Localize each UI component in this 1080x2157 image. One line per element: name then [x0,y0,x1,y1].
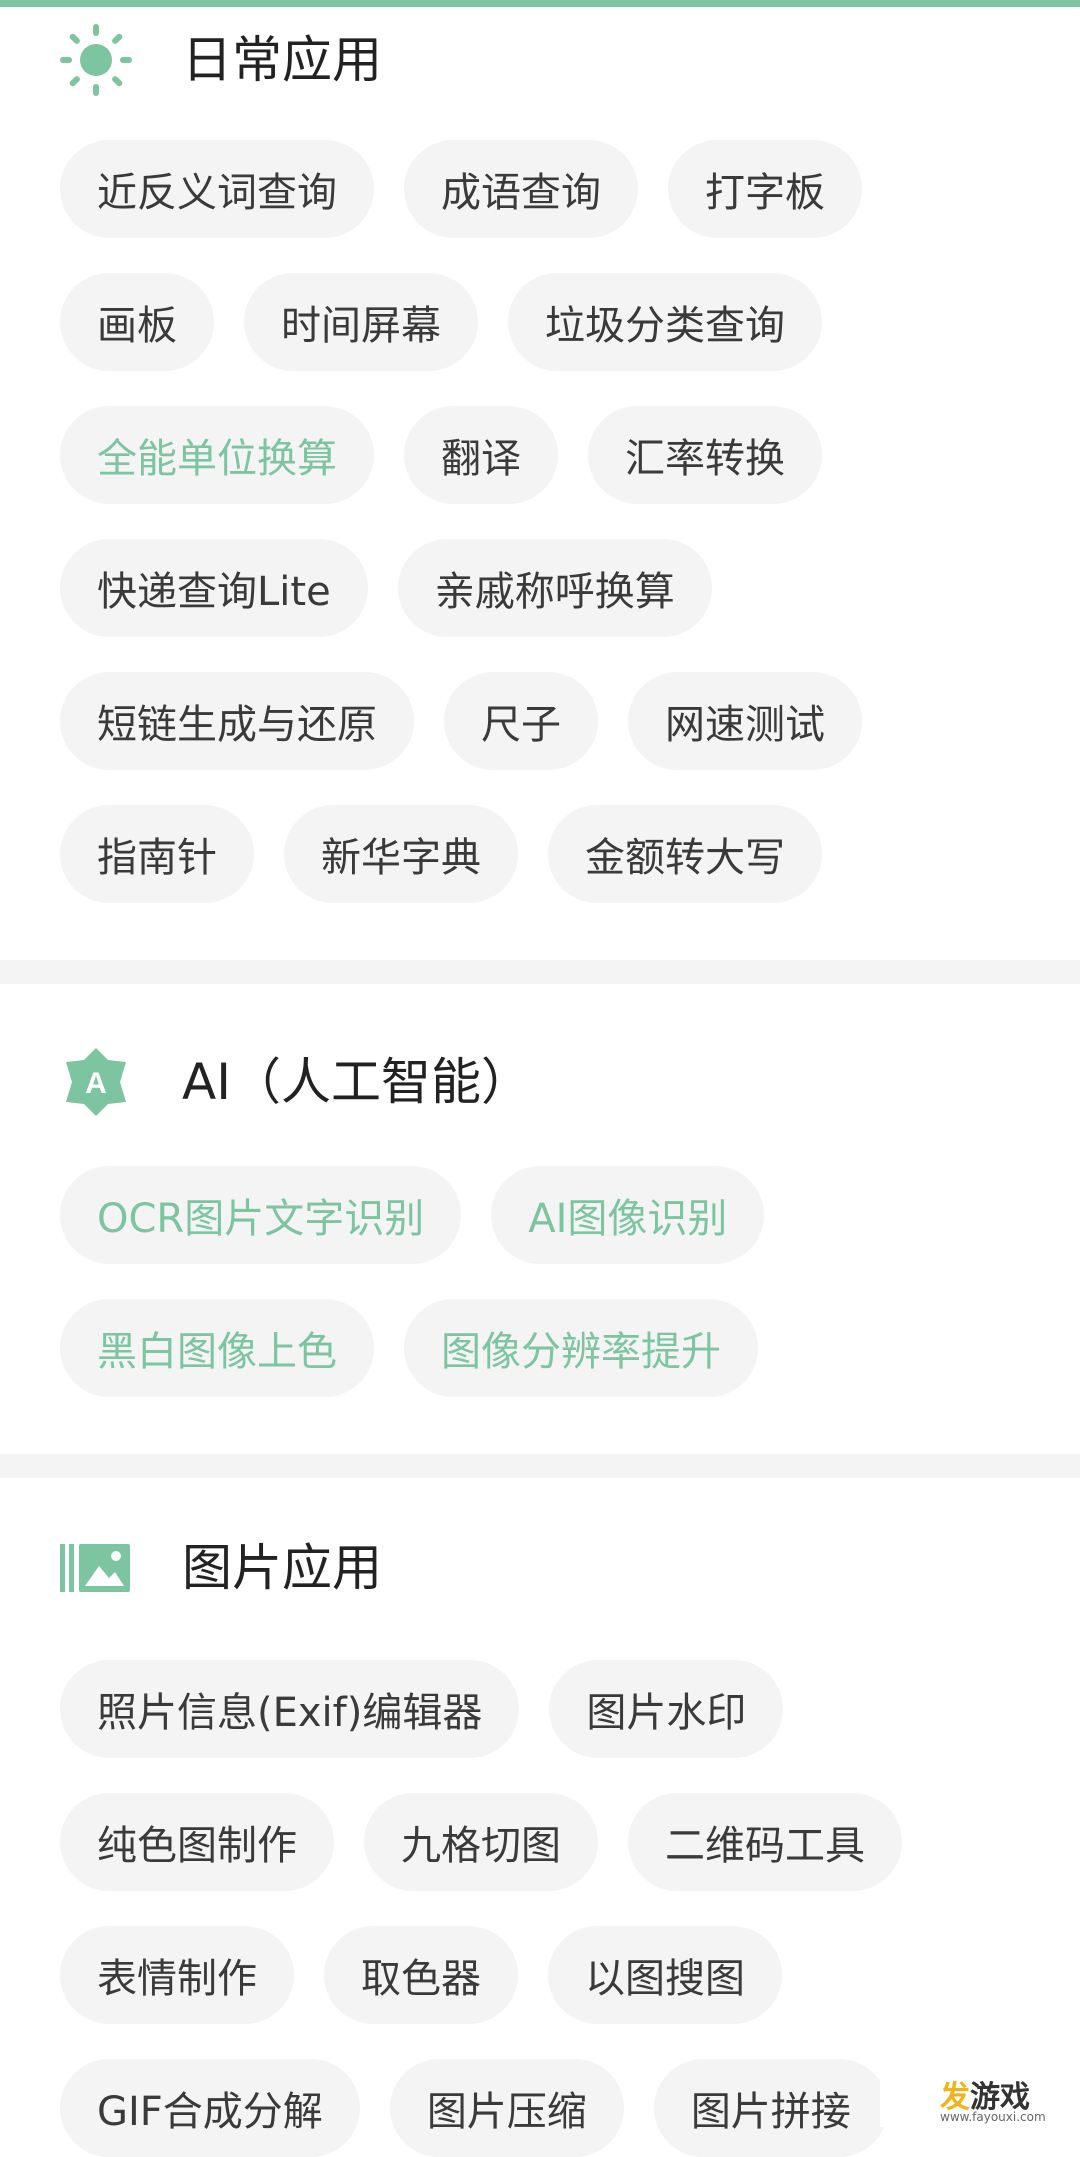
tool-chip[interactable]: 图片压缩 [389,2059,624,2157]
tool-chip[interactable]: 垃圾分类查询 [508,273,822,371]
chip-row: 画板 时间屏幕 垃圾分类查询 [60,273,822,371]
section-header: 日常应用 [0,0,1080,120]
tool-chip[interactable]: 指南针 [60,805,254,903]
section-image-apps: 图片应用 照片信息(Exif)编辑器 图片水印 纯色图制作 九格切图 二维码工具 表情制作… [0,1478,1080,2157]
tool-chip[interactable]: 全能单位换算 [60,406,374,504]
section-header: A AI（人工智能） [0,984,1080,1116]
tool-chip[interactable]: 翻译 [404,406,558,504]
tool-chip[interactable]: 纯色图制作 [60,1793,334,1891]
section-title: 图片应用 [182,1539,382,1597]
tool-chip[interactable]: 黑白图像上色 [60,1299,374,1397]
tool-chip[interactable]: 以图搜图 [548,1926,782,2024]
section-title: 日常应用 [182,31,382,89]
watermark-url: www.fayouxi.com [940,2110,1046,2124]
chip-row: 短链生成与还原 尺子 网速测试 [60,672,862,770]
section-divider [0,960,1080,984]
sun-icon [60,24,132,96]
image-icon [60,1544,130,1592]
tool-chip[interactable]: 新华字典 [284,805,518,903]
tool-chip[interactable]: 时间屏幕 [244,273,478,371]
section-title: AI（人工智能） [182,1053,531,1111]
tool-chip[interactable]: 图片水印 [549,1660,784,1758]
tool-chip[interactable]: 尺子 [444,672,598,770]
tool-chip[interactable]: AI图像识别 [491,1166,765,1264]
chip-row: 表情制作 取色器 以图搜图 [60,1926,782,2024]
site-watermark: 发游戏 www.fayouxi.com [880,2072,1080,2127]
tool-chip[interactable]: 画板 [60,273,214,371]
tool-chip[interactable]: 图像分辨率提升 [404,1299,758,1397]
chip-row: 纯色图制作 九格切图 二维码工具 [60,1793,902,1891]
tool-chip[interactable]: OCR图片文字识别 [60,1166,462,1264]
ai-badge-icon: A [66,1048,126,1116]
chip-row: GIF合成分解 图片压缩 图片拼接 [60,2059,888,2157]
ai-badge-letter: A [85,1067,107,1100]
tool-chip[interactable]: 汇率转换 [588,406,822,504]
tool-chip[interactable]: 网速测试 [628,672,862,770]
tool-chip[interactable]: 图片拼接 [653,2059,888,2157]
tool-chip[interactable]: 快递查询Lite [60,539,368,637]
section-daily-apps: 日常应用 近反义词查询 成语查询 打字板 画板 时间屏幕 垃圾分类查询 全能单位换算 翻译 汇率… [0,0,1080,960]
tool-chip[interactable]: 表情制作 [60,1926,294,2024]
tool-chip[interactable]: 二维码工具 [628,1793,902,1891]
chip-row: 指南针 新华字典 金额转大写 [60,805,822,903]
tool-chip[interactable]: 近反义词查询 [60,140,374,238]
tool-chip[interactable]: 短链生成与还原 [60,672,414,770]
chip-row: OCR图片文字识别 AI图像识别 [60,1166,765,1264]
tool-chip[interactable]: 取色器 [324,1926,518,2024]
chip-row: 近反义词查询 成语查询 打字板 [60,140,862,238]
tool-chip[interactable]: GIF合成分解 [60,2059,360,2157]
tool-chip[interactable]: 亲戚称呼换算 [397,539,712,637]
section-divider [0,1454,1080,1478]
chip-row: 快递查询Lite 亲戚称呼换算 [60,539,712,637]
tool-chip[interactable]: 打字板 [668,140,862,238]
chip-row: 照片信息(Exif)编辑器 图片水印 [60,1660,784,1758]
tool-chip[interactable]: 成语查询 [404,140,638,238]
section-header: 图片应用 [0,1478,1080,1598]
chip-row: 全能单位换算 翻译 汇率转换 [60,406,822,504]
tool-chip[interactable]: 照片信息(Exif)编辑器 [60,1660,520,1758]
tool-chip[interactable]: 金额转大写 [548,805,822,903]
section-ai: A AI（人工智能） OCR图片文字识别 AI图像识别黑白图像上色 图像分辨率提升 [0,984,1080,1454]
chip-row: 黑白图像上色 图像分辨率提升 [60,1299,758,1397]
tool-chip[interactable]: 九格切图 [364,1793,598,1891]
